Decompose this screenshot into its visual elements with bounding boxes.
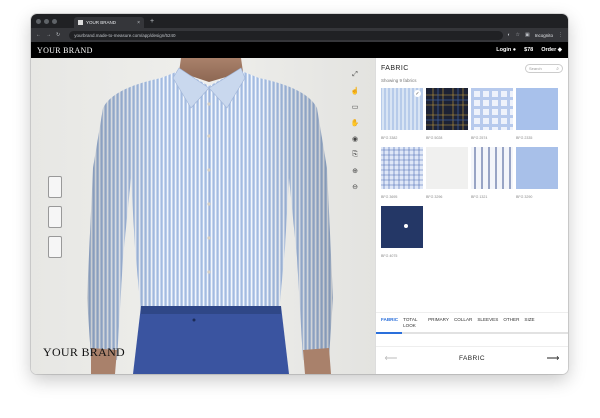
front-view-thumbnail[interactable]: [48, 176, 62, 198]
tab-sleeves[interactable]: SLEEVES: [477, 317, 498, 329]
user-icon: ●: [512, 47, 517, 53]
detail-view-thumbnail[interactable]: [48, 236, 62, 258]
bookmark-star-icon[interactable]: ☆: [516, 32, 520, 38]
brand-logo[interactable]: YOUR BRAND: [37, 46, 93, 55]
tab-total-look[interactable]: TOTAL LOOK: [403, 317, 423, 329]
next-arrow-icon[interactable]: ⟶: [538, 353, 568, 364]
save-icon[interactable]: ▭: [349, 102, 361, 112]
fit-icon[interactable]: ✋: [349, 118, 361, 128]
fabric-swatch[interactable]: BFG 1321: [471, 147, 513, 199]
current-step-label: FABRIC: [459, 355, 485, 362]
fabric-code: BFG 4075: [381, 254, 398, 258]
incognito-label[interactable]: Incognito: [535, 33, 553, 38]
tabs-scroll-thumb[interactable]: [376, 332, 402, 334]
fabric-code: BFG 1321: [471, 195, 488, 199]
address-bar[interactable]: yourbrand.made-to-measure.com/app/design…: [69, 30, 504, 40]
fabric-swatch[interactable]: BFG 3695: [381, 147, 423, 199]
fabric-swatch[interactable]: BFG 2335: [516, 88, 558, 140]
cart-icon: ◆: [557, 47, 562, 53]
tab-collar[interactable]: COLLAR: [454, 317, 472, 329]
tab-title: YOUR BRAND: [86, 20, 117, 25]
order-link[interactable]: Order ◆: [541, 47, 562, 53]
url-text: yourbrand.made-to-measure.com/app/design…: [74, 32, 176, 38]
configurator: ⤢ ☝ ▭ ✋ ◉ ⎘ ⊕ ⊖ YOUR BRAND FABRIC Search…: [31, 58, 568, 374]
fabric-swatch[interactable]: ⌕ BFG 4075: [381, 206, 423, 258]
price-display: $78: [524, 47, 534, 53]
step-navigation: ⟵ FABRIC ⟶: [376, 346, 568, 370]
eye-icon[interactable]: ◉: [349, 134, 361, 144]
shirt-preview[interactable]: ⤢ ☝ ▭ ✋ ◉ ⎘ ⊕ ⊖ YOUR BRAND: [31, 58, 375, 374]
fabric-code: BFG 3695: [381, 195, 398, 199]
tab-size[interactable]: SIZE: [524, 317, 534, 329]
fabric-swatch[interactable]: ✓ BFG 3382: [381, 88, 423, 140]
panel-title: FABRIC: [381, 65, 409, 72]
site-header: YOUR BRAND Login ● $78 Order ◆: [31, 42, 568, 58]
tab-close-icon[interactable]: ×: [137, 20, 140, 26]
fabric-code: BFG 3382: [381, 136, 398, 140]
reload-icon[interactable]: ↻: [56, 32, 60, 38]
new-tab-icon[interactable]: +: [150, 18, 154, 25]
fabric-code: BFG 2335: [516, 136, 533, 140]
close-window-icon[interactable]: [36, 18, 41, 24]
fabric-swatch[interactable]: BFG 5028: [426, 88, 468, 140]
zoom-fabric-icon[interactable]: ⌕: [418, 250, 421, 256]
fabric-panel: FABRIC Search ⌕ Showing 9 fabrics ✓ BFG …: [375, 58, 568, 374]
forward-icon[interactable]: →: [46, 32, 51, 38]
expand-icon[interactable]: ⤢: [349, 70, 361, 80]
stage-brand-watermark: YOUR BRAND: [43, 345, 126, 359]
share-icon[interactable]: ⎘: [349, 150, 361, 160]
fabric-code: BFG 3290: [516, 195, 533, 199]
back-icon[interactable]: ←: [36, 32, 41, 38]
tab-primary[interactable]: PRIMARY: [428, 317, 449, 329]
preview-tools: ⤢ ☝ ▭ ✋ ◉ ⎘ ⊕ ⊖: [349, 70, 361, 192]
fabric-swatch[interactable]: BFG 3296: [426, 147, 468, 199]
hand-pointer-icon[interactable]: ☝: [349, 86, 361, 96]
favicon-icon: [78, 20, 83, 25]
fabric-code: BFG 2574: [471, 136, 488, 140]
browser-tab[interactable]: YOUR BRAND ×: [74, 17, 144, 28]
fabric-code: BFG 3296: [426, 195, 443, 199]
browser-tab-bar: YOUR BRAND × +: [31, 14, 568, 28]
search-icon: ⌕: [556, 65, 559, 72]
view-thumbnails: [48, 176, 62, 258]
minimize-window-icon[interactable]: [44, 18, 49, 24]
login-link[interactable]: Login ●: [496, 47, 516, 53]
fabric-grid: ✓ BFG 3382 BFG 5028 BFG 2574 BFG 2335 BF…: [376, 83, 568, 263]
tab-other[interactable]: OTHER: [503, 317, 519, 329]
zoom-out-icon[interactable]: ⊖: [349, 182, 361, 192]
fabric-swatch[interactable]: BFG 2574: [471, 88, 513, 140]
sidepanel-icon[interactable]: ▣: [525, 32, 530, 38]
browser-window: YOUR BRAND × + ← → ↻ yourbrand.made-to-m…: [31, 14, 568, 374]
previous-arrow-icon[interactable]: ⟵: [376, 353, 406, 364]
shirt-model-image: [87, 58, 333, 374]
tab-fabric[interactable]: FABRIC: [381, 317, 398, 329]
maximize-window-icon[interactable]: [52, 18, 57, 24]
browser-toolbar: ← → ↻ yourbrand.made-to-measure.com/app/…: [31, 28, 568, 42]
tabs-scrollbar[interactable]: [376, 332, 568, 334]
back-view-thumbnail[interactable]: [48, 206, 62, 228]
fabric-count-text: Showing 9 fabrics: [381, 78, 417, 83]
selected-check-icon: ✓: [414, 90, 421, 97]
category-tabs: FABRIC TOTAL LOOK PRIMARY COLLAR SLEEVES…: [376, 312, 568, 329]
menu-kebab-icon[interactable]: ⋮: [558, 32, 563, 38]
incognito-eye-icon[interactable]: ◐: [507, 32, 510, 38]
fabric-search-input[interactable]: Search ⌕: [525, 64, 563, 73]
zoom-in-icon[interactable]: ⊕: [349, 166, 361, 176]
fabric-swatch[interactable]: BFG 3290: [516, 147, 558, 199]
fabric-code: BFG 5028: [426, 136, 443, 140]
